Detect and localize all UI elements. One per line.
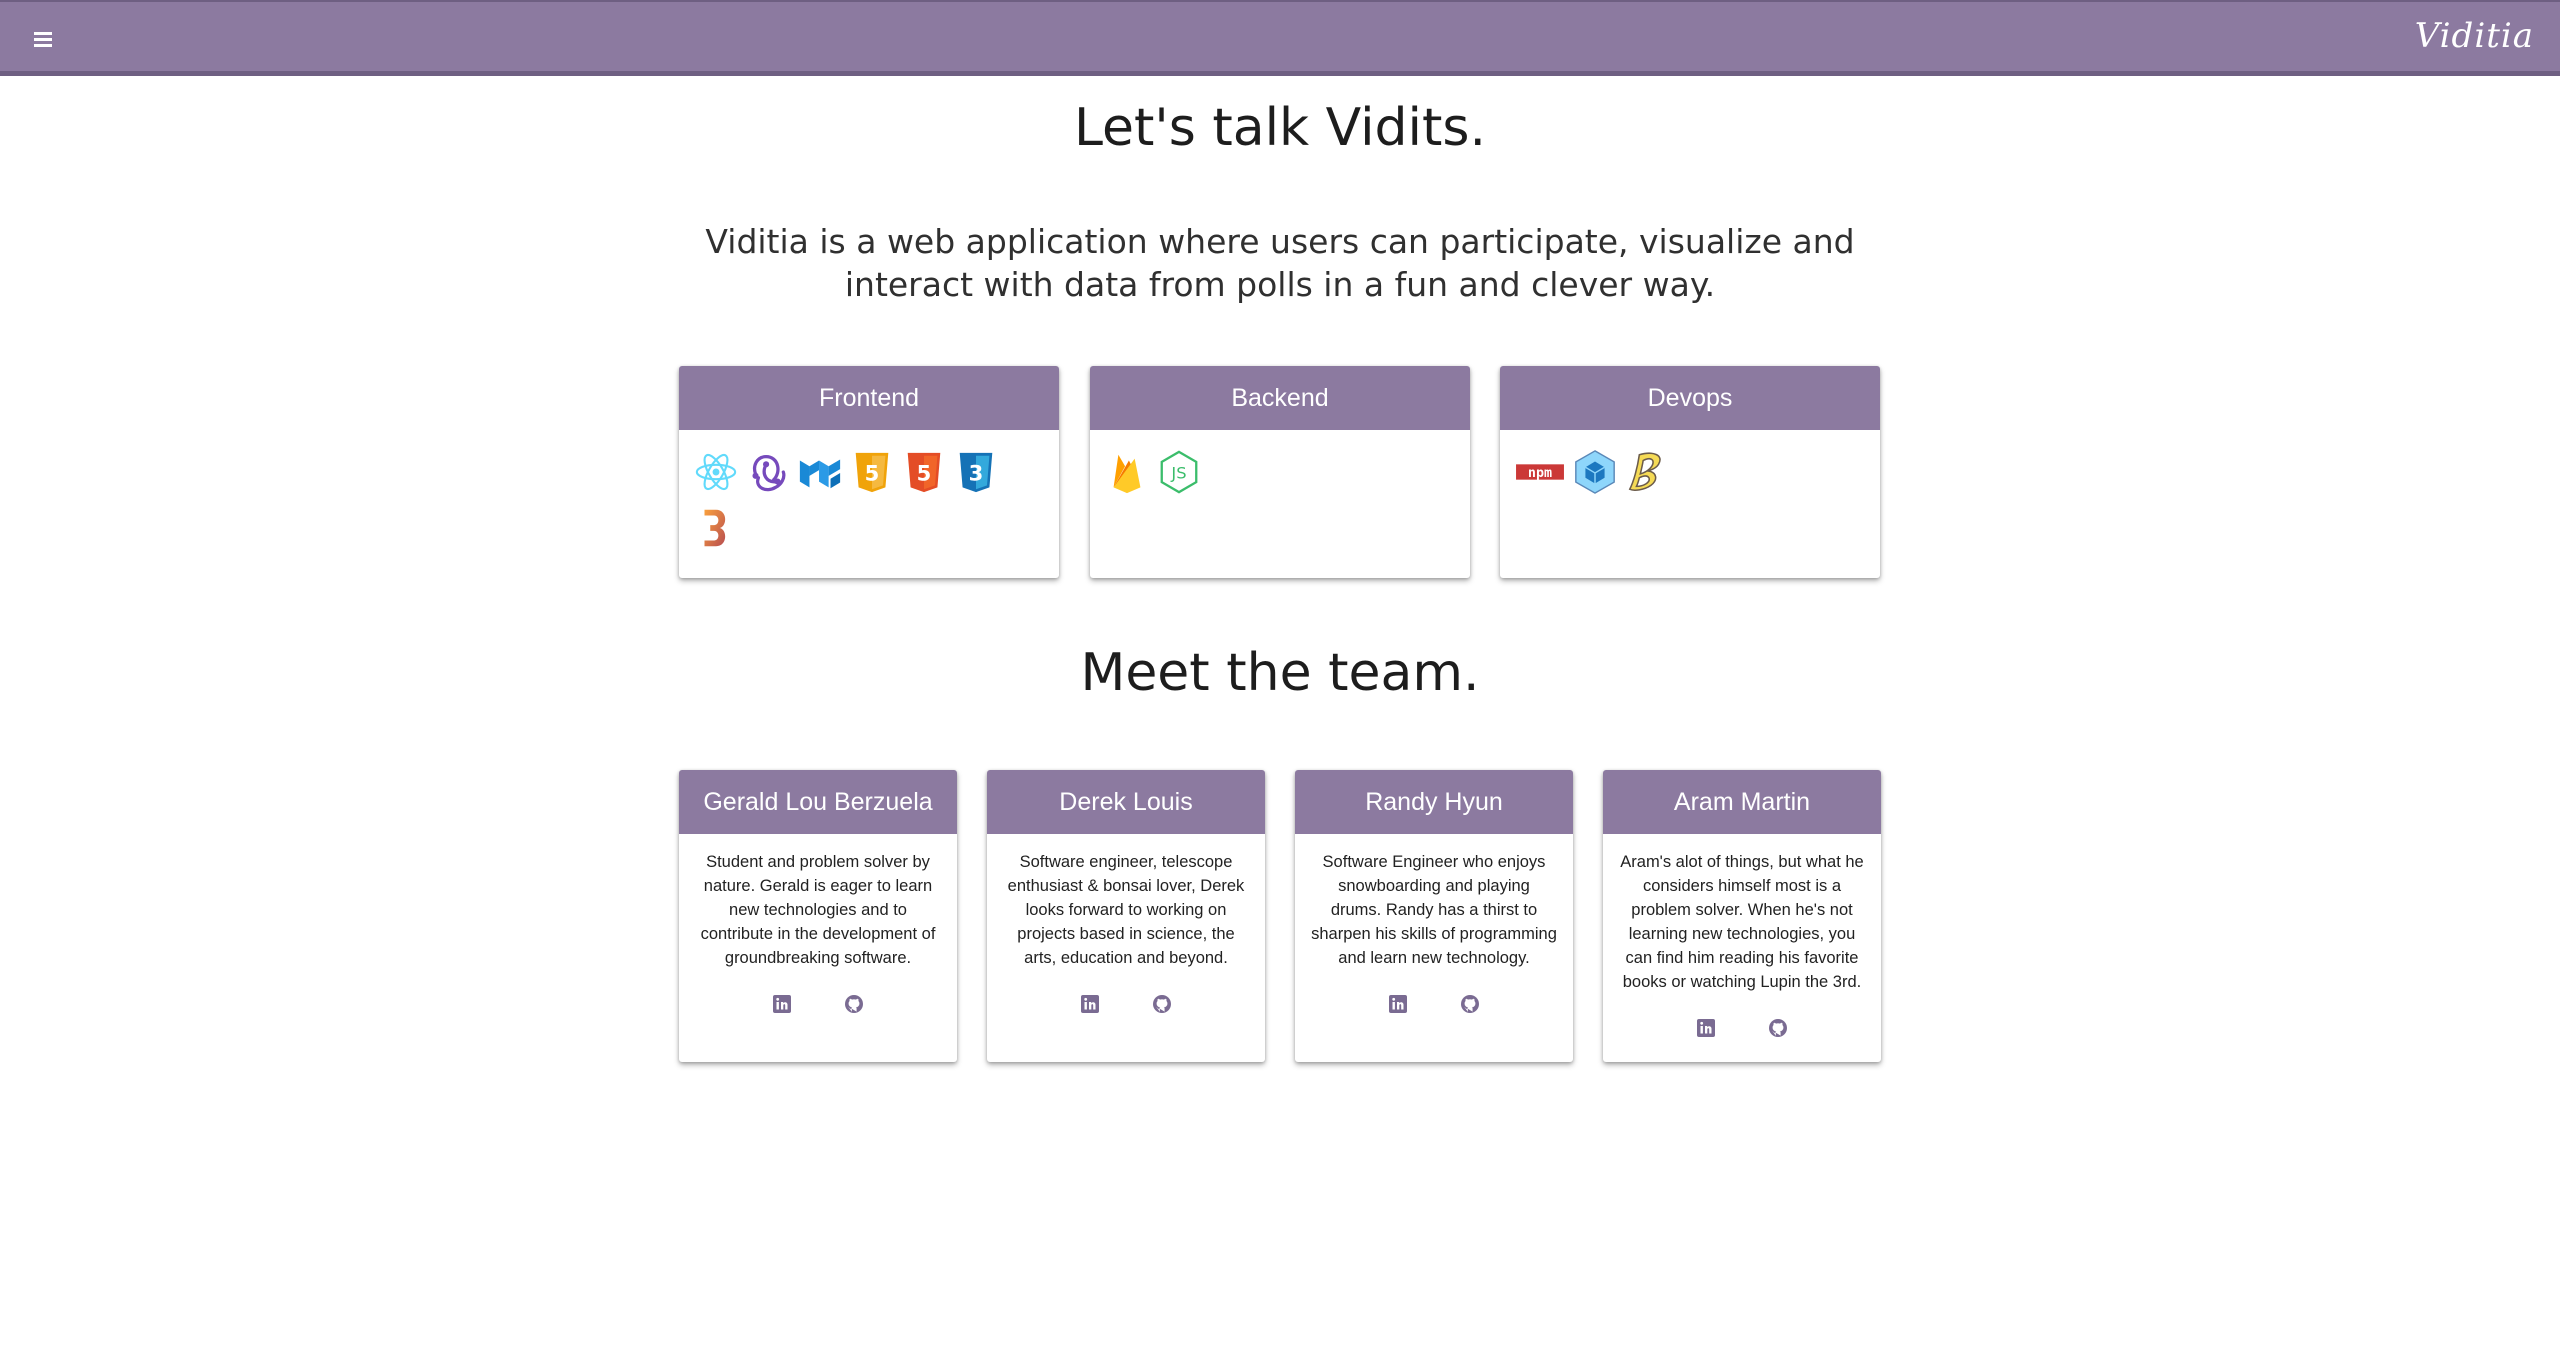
firebase-icon <box>1104 446 1150 498</box>
member-bio: Software Engineer who enjoys snowboardin… <box>1311 853 1557 967</box>
javascript-icon: 5 <box>849 446 895 498</box>
github-icon[interactable] <box>1768 1018 1788 1038</box>
webpack-icon <box>1572 446 1618 498</box>
team-member-card: Randy Hyun Software Engineer who enjoys … <box>1295 770 1573 1062</box>
npm-icon: npm <box>1514 446 1566 498</box>
material-ui-icon <box>797 446 843 498</box>
linkedin-icon[interactable] <box>772 994 792 1014</box>
member-bio: Aram's alot of things, but what he consi… <box>1620 853 1864 991</box>
brand-logo[interactable]: Viditia <box>2415 16 2534 56</box>
member-name: Gerald Lou Berzuela <box>679 770 957 834</box>
member-bio: Software engineer, telescope enthusiast … <box>1007 853 1245 967</box>
team-member-card: Gerald Lou Berzuela Student and problem … <box>679 770 957 1062</box>
team-member-card: Derek Louis Software engineer, telescope… <box>987 770 1265 1062</box>
member-bio: Student and problem solver by nature. Ge… <box>700 853 936 967</box>
stack-card-backend: Backend JS <box>1090 366 1470 578</box>
github-icon[interactable] <box>1460 994 1480 1014</box>
about-description: Viditia is a web application where users… <box>705 222 1855 304</box>
github-icon[interactable] <box>844 994 864 1014</box>
redux-icon <box>745 446 791 498</box>
app-bar: Viditia <box>0 0 2560 76</box>
team-heading: Meet the team. <box>1080 643 1480 703</box>
linkedin-icon[interactable] <box>1388 994 1408 1014</box>
css3-icon: 3 <box>953 446 999 498</box>
member-name: Aram Martin <box>1603 770 1881 834</box>
html5-icon: 5 <box>901 446 947 498</box>
stack-card-frontend: Frontend 5 5 3 <box>679 366 1059 578</box>
babel-icon <box>1624 446 1670 498</box>
linkedin-icon[interactable] <box>1696 1018 1716 1038</box>
d3-icon <box>693 502 739 554</box>
about-heading: Let's talk Vidits. <box>1073 98 1487 158</box>
stack-card-title: Backend <box>1090 366 1470 430</box>
member-name: Derek Louis <box>987 770 1265 834</box>
svg-text:3: 3 <box>969 461 984 486</box>
svg-text:npm: npm <box>1528 466 1552 481</box>
team-member-card: Aram Martin Aram's alot of things, but w… <box>1603 770 1881 1062</box>
member-name: Randy Hyun <box>1295 770 1573 834</box>
svg-text:5: 5 <box>865 461 880 486</box>
react-icon <box>693 446 739 498</box>
svg-text:5: 5 <box>917 461 932 486</box>
stack-card-title: Frontend <box>679 366 1059 430</box>
svg-text:JS: JS <box>1170 464 1186 483</box>
stack-card-devops: Devops npm <box>1500 366 1880 578</box>
github-icon[interactable] <box>1152 994 1172 1014</box>
nodejs-icon: JS <box>1156 446 1202 498</box>
linkedin-icon[interactable] <box>1080 994 1100 1014</box>
stack-card-title: Devops <box>1500 366 1880 430</box>
hamburger-menu-icon[interactable] <box>28 24 58 54</box>
